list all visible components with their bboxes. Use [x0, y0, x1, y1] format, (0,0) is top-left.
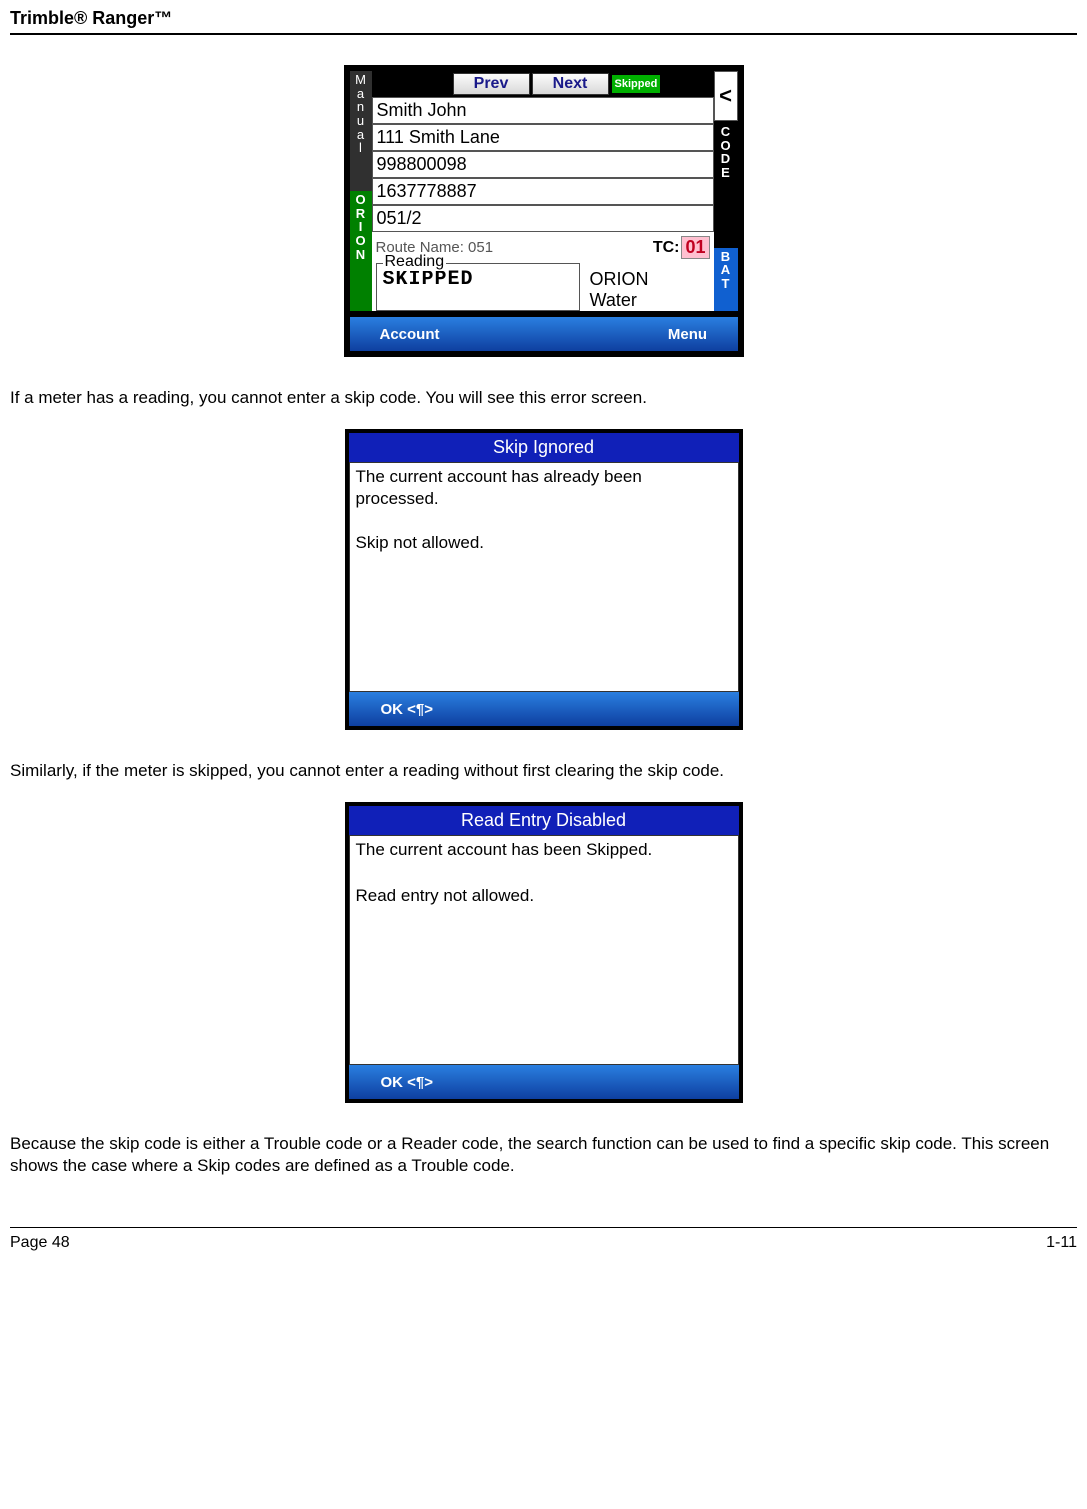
dialog-text-line: Skip not allowed.	[356, 533, 732, 553]
dialog-body: The current account has already been pro…	[349, 462, 739, 692]
meter-type-line2: Water	[590, 290, 710, 311]
dialog-body: The current account has been Skipped. Re…	[349, 835, 739, 1065]
softkey-bar: Account Menu	[350, 317, 738, 351]
skipped-badge: Skipped	[612, 75, 661, 93]
tab-bat[interactable]: BAT	[714, 248, 738, 311]
dialog-skip-ignored: Skip Ignored The current account has alr…	[345, 429, 743, 730]
ok-button[interactable]: OK <¶>	[381, 701, 434, 718]
dialog-text-line: The current account has been Skipped.	[356, 840, 732, 860]
tab-orion[interactable]: ORION	[350, 191, 372, 311]
right-tab-column: < CODE BAT	[714, 71, 738, 311]
page-header: Trimble® Ranger™	[10, 0, 1077, 33]
device-screenshot-main: Manual ORION Prev Next Skipped Smith Joh…	[344, 65, 744, 357]
dialog-softbar: OK <¶>	[349, 1065, 739, 1099]
dialog-title: Read Entry Disabled	[349, 806, 739, 835]
account-field-3: 051/2	[372, 205, 714, 232]
ok-button[interactable]: OK <¶>	[381, 1074, 434, 1091]
name-field: Smith John	[372, 97, 714, 124]
tc-label: TC:	[653, 239, 680, 257]
tab-code[interactable]: CODE	[714, 121, 738, 248]
dialog-softbar: OK <¶>	[349, 692, 739, 726]
dialog-text-line: The current account has already been	[356, 467, 732, 487]
nav-row: Prev Next Skipped	[372, 71, 714, 97]
meter-type-line1: ORION	[590, 269, 710, 290]
account-field-2: 1637778887	[372, 178, 714, 205]
footer-section-number: 1-11	[1046, 1234, 1077, 1252]
next-button[interactable]: Next	[532, 73, 609, 95]
softkey-account[interactable]: Account	[350, 326, 470, 343]
reading-value: SKIPPED	[383, 268, 474, 291]
dialog-read-entry-disabled: Read Entry Disabled The current account …	[345, 802, 743, 1103]
meter-type-label: ORION Water	[580, 263, 710, 311]
account-field-1: 998800098	[372, 151, 714, 178]
left-tab-column: Manual ORION	[350, 71, 372, 311]
paragraph-2: Similarly, if the meter is skipped, you …	[10, 760, 1077, 782]
softkey-menu[interactable]: Menu	[638, 326, 738, 343]
paragraph-1: If a meter has a reading, you cannot ent…	[10, 387, 1077, 409]
page-footer: Page 48 1-11	[10, 1228, 1077, 1252]
dialog-text-line: processed.	[356, 489, 732, 509]
collapse-button[interactable]: <	[714, 71, 738, 121]
paragraph-3: Because the skip code is either a Troubl…	[10, 1133, 1077, 1177]
tab-manual[interactable]: Manual	[350, 71, 372, 191]
address-field: 111 Smith Lane	[372, 124, 714, 151]
tc-value: 01	[681, 236, 709, 259]
prev-button[interactable]: Prev	[453, 73, 530, 95]
dialog-title: Skip Ignored	[349, 433, 739, 462]
reading-legend: Reading	[383, 253, 447, 271]
footer-page-number: Page 48	[10, 1234, 70, 1252]
header-rule	[10, 33, 1077, 35]
reading-fieldset: Reading SKIPPED	[376, 263, 580, 311]
dialog-text-line: Read entry not allowed.	[356, 886, 732, 906]
